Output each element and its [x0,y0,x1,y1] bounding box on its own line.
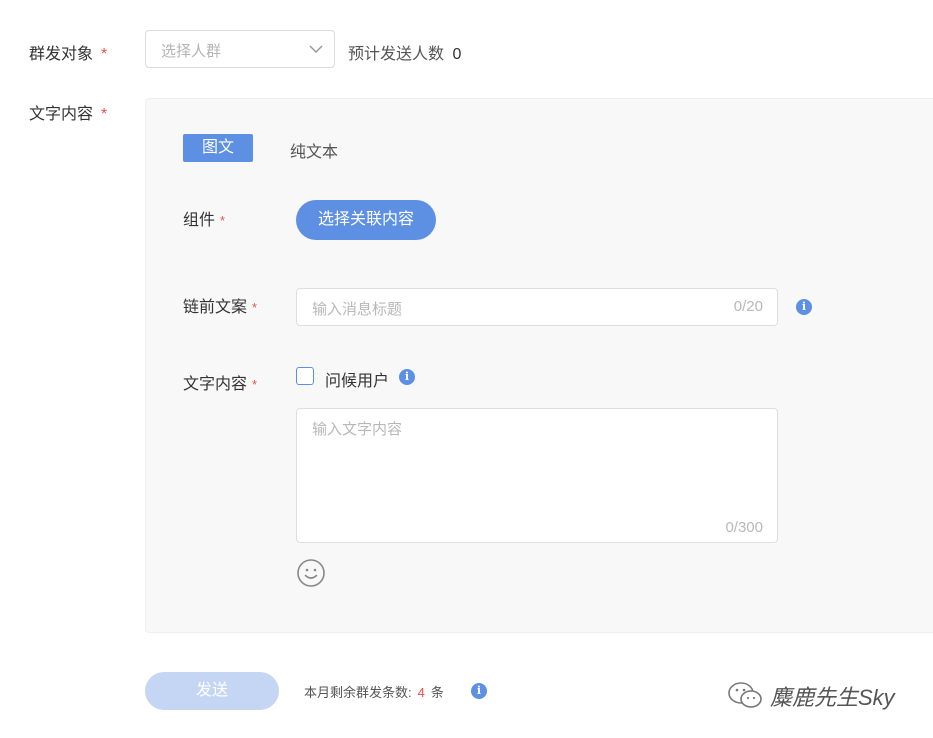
greet-user-checkbox[interactable] [296,367,314,385]
required-mark: * [252,300,258,315]
text-content-label: 文字内容 * [29,100,107,124]
chevron-down-icon [309,45,323,54]
required-mark: * [252,377,258,392]
link-copy-counter: 0/20 [733,298,763,315]
send-button[interactable]: 发送 [145,672,279,710]
remaining-count: 4 [417,685,425,700]
estimate-count: 0 [452,46,462,63]
component-label-text: 组件 [183,212,216,229]
text-label: 文字内容 * [183,370,257,394]
required-mark: * [101,106,108,123]
audience-select-placeholder: 选择人群 [161,43,222,60]
wechat-icon [728,682,762,708]
link-copy-label: 链前文案 * [183,293,257,317]
text-content-placeholder: 输入文字内容 [312,421,403,438]
text-content-counter: 0/300 [725,519,763,536]
watermark-text: 麋鹿先生Sky [770,685,895,710]
estimate-text: 预计发送人数 0 [348,40,461,64]
link-copy-input[interactable]: 输入消息标题 0/20 [296,288,778,326]
link-copy-label-text: 链前文案 [183,299,248,316]
content-panel [145,98,933,633]
greet-user-label[interactable]: 问候用户 [325,367,389,391]
remaining-unit: 条 [430,685,444,700]
text-content-textarea[interactable]: 输入文字内容 0/300 [296,408,778,543]
text-label-text: 文字内容 [183,376,248,393]
link-copy-placeholder: 输入消息标题 [312,301,403,318]
info-icon[interactable]: i [796,299,812,315]
required-mark: * [220,213,226,228]
select-related-content-button[interactable]: 选择关联内容 [296,200,436,240]
tab-plain-text[interactable]: 纯文本 [290,138,338,162]
required-mark: * [101,46,108,63]
component-label: 组件 * [183,206,225,230]
audience-label-text: 群发对象 [29,46,94,63]
text-content-label-text: 文字内容 [29,106,94,123]
estimate-label: 预计发送人数 [348,46,445,63]
audience-label: 群发对象 * [29,40,107,64]
info-icon[interactable]: i [471,683,487,699]
tab-image-text[interactable]: 图文 [183,134,253,162]
emoji-icon[interactable] [296,558,326,588]
info-icon[interactable]: i [399,369,415,385]
remaining-prefix: 本月剩余群发条数: [304,685,412,700]
remaining-quota: 本月剩余群发条数: 4 条 [304,682,444,701]
audience-select[interactable]: 选择人群 [145,30,335,68]
